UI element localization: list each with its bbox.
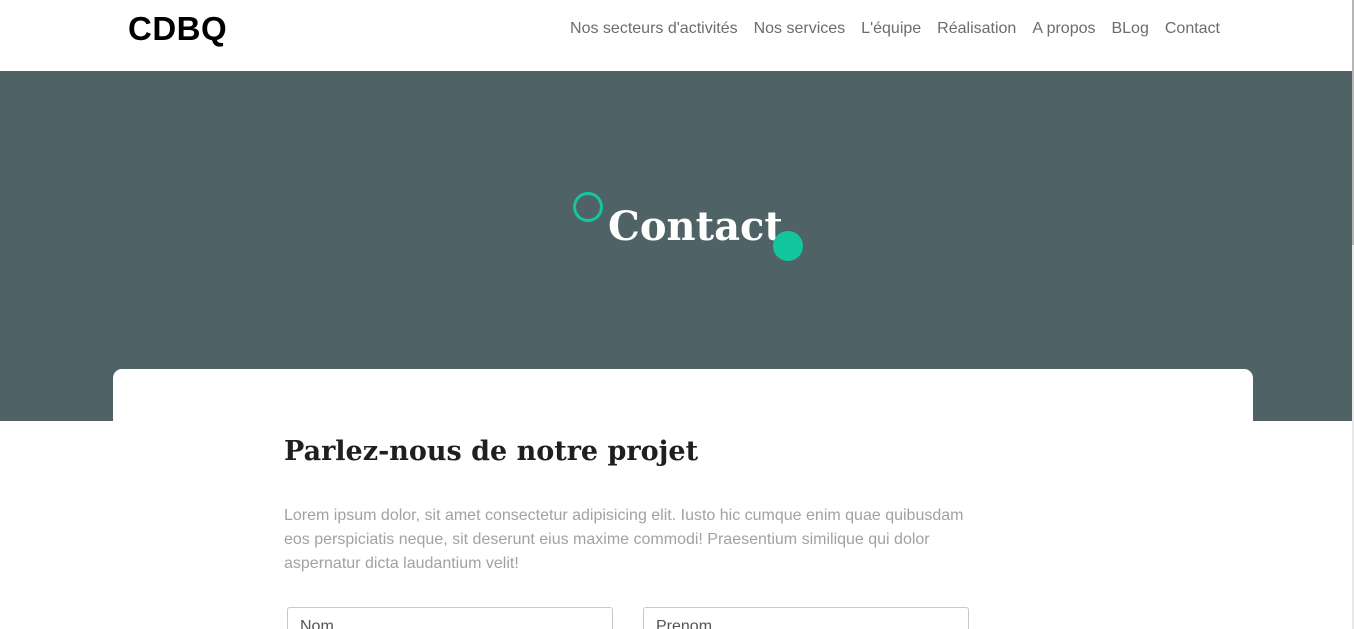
intro-text: Lorem ipsum dolor, sit amet consectetur …	[284, 507, 964, 572]
nav-link-equipe[interactable]: L'équipe	[853, 19, 929, 39]
prenom-input[interactable]	[643, 607, 969, 629]
nav-link-services[interactable]: Nos services	[746, 19, 854, 39]
nav-links: Nos secteurs d'activités Nos services L'…	[562, 19, 1228, 39]
nom-input[interactable]	[287, 607, 613, 629]
brand-logo[interactable]: CDBQ	[128, 10, 227, 48]
nav-link-contact[interactable]: Contact	[1157, 19, 1228, 39]
nav-link-blog[interactable]: BLog	[1103, 19, 1156, 39]
top-navbar: CDBQ Nos secteurs d'activités Nos servic…	[0, 0, 1352, 71]
filled-circle-icon	[773, 231, 803, 261]
nav-link-realisation[interactable]: Réalisation	[929, 19, 1024, 39]
nav-link-a-propos[interactable]: A propos	[1024, 19, 1103, 39]
hero-title: Contact	[608, 203, 783, 250]
section-title: Parlez-nous de notre projet	[284, 436, 699, 467]
nav-link-secteurs[interactable]: Nos secteurs d'activités	[562, 19, 746, 39]
outlined-circle-icon	[573, 192, 603, 222]
contact-card	[113, 369, 1253, 629]
